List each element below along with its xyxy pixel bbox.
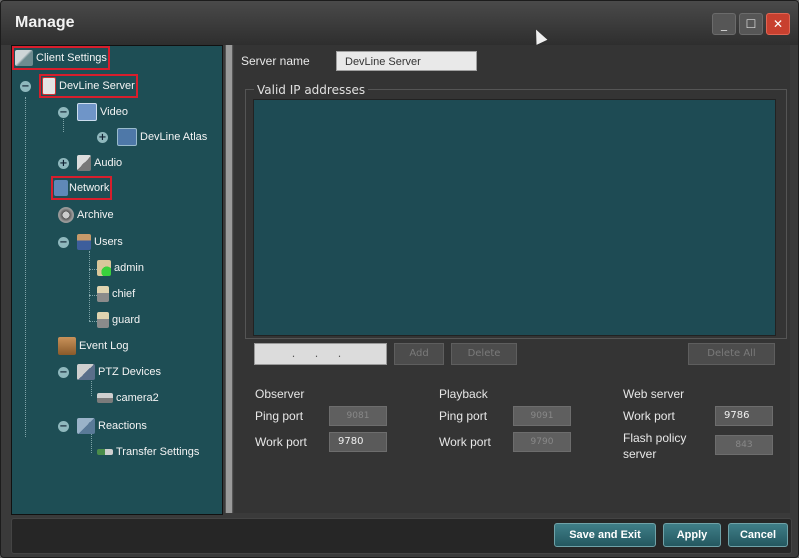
expand-icon[interactable]: +	[58, 158, 69, 169]
flash-policy-label-1: Flash policy	[623, 431, 687, 445]
archive-reel-icon	[58, 207, 74, 223]
web-work-input[interactable]: 9786	[715, 406, 773, 426]
tree-item-archive[interactable]: Archive	[58, 206, 114, 224]
tree-connector	[91, 381, 92, 396]
playback-ping-label: Ping port	[439, 409, 488, 423]
server-name-label: Server name	[241, 54, 310, 68]
cancel-button[interactable]: Cancel	[728, 523, 788, 547]
apply-button[interactable]: Apply	[663, 523, 721, 547]
tree-connector	[89, 321, 97, 322]
tree-item-event-log[interactable]: Event Log	[58, 337, 129, 355]
tree-item-label: Users	[94, 236, 123, 248]
collapse-icon[interactable]: −	[58, 237, 69, 248]
observer-work-label: Work port	[255, 435, 307, 449]
valid-ip-title: Valid IP addresses	[254, 83, 369, 97]
tree-item-label: Archive	[77, 209, 114, 221]
tree-connector	[89, 269, 97, 270]
delete-ip-button[interactable]: Delete	[451, 343, 517, 365]
tree-connector	[91, 433, 92, 453]
web-work-label: Work port	[623, 409, 675, 423]
observer-work-input[interactable]: 9780	[329, 432, 387, 452]
tree-item-label: Network	[69, 182, 110, 194]
collapse-icon[interactable]: −	[58, 107, 69, 118]
user-icon	[97, 312, 109, 328]
tree-item-ptz-camera[interactable]: camera2	[97, 389, 159, 407]
tree-item-reactions[interactable]: Reactions	[77, 417, 147, 435]
ptz-camera-icon	[77, 364, 95, 380]
tree-connector	[25, 97, 26, 437]
flash-policy-label-2: server	[623, 447, 657, 461]
tree-item-network[interactable]: Network	[50, 176, 113, 200]
log-book-icon	[58, 337, 76, 355]
tree-connector	[89, 251, 90, 321]
reactions-icon	[77, 418, 95, 434]
playback-work-input[interactable]: 9790	[513, 432, 571, 452]
panel-splitter[interactable]	[225, 45, 233, 513]
tree-item-user-admin[interactable]: admin	[97, 259, 144, 277]
flash-policy-input[interactable]: 843	[715, 435, 773, 455]
tree-item-label: chief	[112, 288, 136, 300]
tree-item-label: Client Settings	[36, 52, 107, 64]
manage-window: Manage _ ☐ ✕ Client Settings − DevLine S…	[0, 0, 799, 558]
network-icon	[54, 180, 68, 196]
save-and-exit-button[interactable]: Save and Exit	[554, 523, 656, 547]
microphone-icon	[77, 155, 91, 171]
server-name-input[interactable]: DevLine Server	[336, 51, 477, 71]
observer-title: Observer	[255, 387, 305, 401]
collapse-icon[interactable]: −	[58, 367, 69, 378]
collapse-icon[interactable]: −	[58, 421, 69, 432]
tree-item-user-chief[interactable]: chief	[97, 285, 135, 303]
tree-item-label: Reactions	[98, 420, 147, 432]
maximize-button[interactable]: ☐	[739, 13, 763, 35]
delete-all-ip-button[interactable]: Delete All	[688, 343, 775, 365]
tree-item-label: admin	[114, 262, 144, 274]
playback-work-label: Work port	[439, 435, 491, 449]
transfer-icon	[97, 449, 113, 455]
add-ip-button[interactable]: Add	[394, 343, 444, 365]
server-icon	[42, 77, 56, 95]
monitor-icon	[77, 103, 97, 121]
expand-icon[interactable]: +	[97, 132, 108, 143]
tree-item-label: DevLine Server	[59, 80, 135, 92]
tree-item-label: DevLine Atlas	[140, 131, 208, 143]
tree-item-label: PTZ Devices	[98, 366, 161, 378]
minimize-button[interactable]: _	[712, 13, 736, 35]
user-icon	[97, 286, 109, 302]
tree-item-user-guard[interactable]: guard	[97, 311, 140, 329]
tree-item-client-settings[interactable]: Client Settings	[12, 46, 110, 70]
tree-item-ptz-devices[interactable]: PTZ Devices	[77, 363, 161, 381]
tree-item-audio[interactable]: Audio	[77, 154, 122, 172]
tree-item-transfer-settings[interactable]: Transfer Settings	[97, 443, 199, 461]
tree-item-label: camera2	[116, 392, 159, 404]
close-button[interactable]: ✕	[766, 13, 790, 35]
tree-connector	[63, 119, 64, 132]
tree-item-label: Event Log	[79, 340, 129, 352]
tree-item-video[interactable]: Video	[77, 103, 128, 121]
users-icon	[77, 234, 91, 250]
tree-item-label: Video	[100, 106, 128, 118]
tree-connector	[89, 295, 97, 296]
tree-item-devline-server[interactable]: DevLine Server	[39, 74, 138, 98]
title-bar: Manage _ ☐ ✕	[1, 1, 798, 45]
tree-item-users[interactable]: Users	[77, 233, 123, 251]
window-title: Manage	[15, 14, 75, 31]
tree-item-camera[interactable]: DevLine Atlas	[117, 128, 217, 146]
observer-ping-input[interactable]: 9081	[329, 406, 387, 426]
ip-address-input[interactable]: . . .	[254, 343, 387, 365]
collapse-icon[interactable]: −	[20, 81, 31, 92]
playback-ping-input[interactable]: 9091	[513, 406, 571, 426]
tree-item-label: Transfer Settings	[116, 446, 200, 458]
tree-item-label: guard	[112, 314, 141, 326]
web-server-title: Web server	[623, 387, 685, 401]
admin-user-icon	[97, 260, 111, 276]
tree-item-label: Audio	[94, 157, 123, 169]
camera-icon	[97, 393, 113, 403]
tools-icon	[15, 50, 33, 66]
ip-address-list[interactable]	[253, 99, 776, 336]
observer-ping-label: Ping port	[255, 409, 304, 423]
playback-title: Playback	[439, 387, 488, 401]
camera-icon	[117, 128, 137, 146]
